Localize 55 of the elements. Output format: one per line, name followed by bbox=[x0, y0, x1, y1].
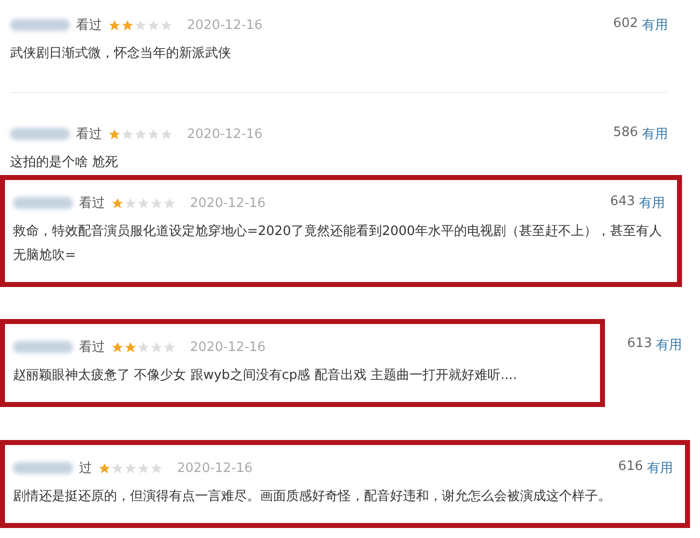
star-icon bbox=[137, 196, 150, 210]
star-icon bbox=[124, 462, 137, 474]
useful-link[interactable]: 有用 bbox=[639, 194, 665, 212]
blurred-username bbox=[13, 462, 73, 474]
review-text: 这拍的是个啥 尬死 bbox=[10, 154, 120, 172]
watched-label: 看过 bbox=[76, 17, 102, 34]
star-icon bbox=[108, 128, 121, 140]
star-icon bbox=[150, 462, 163, 474]
blurred-username bbox=[13, 197, 73, 209]
star-icon bbox=[150, 196, 163, 210]
star-icon bbox=[111, 340, 124, 354]
watched-label: 看过 bbox=[79, 195, 105, 212]
review-text: 赵丽颖眼神太疲惫了 不像少女 跟wyb之间没有cp感 配音出戏 主题曲一打开就好难听.... bbox=[13, 367, 518, 385]
star-icon bbox=[137, 462, 150, 474]
star-icon bbox=[147, 18, 160, 32]
review-date: 2020-12-16 bbox=[177, 460, 253, 476]
watched-label: 过 bbox=[79, 460, 92, 477]
review-date: 2020-12-16 bbox=[190, 196, 266, 210]
useful-link[interactable]: 有用 bbox=[642, 16, 668, 34]
useful-link[interactable]: 有用 bbox=[647, 459, 673, 477]
review-date: 2020-12-16 bbox=[187, 126, 263, 142]
star-icon bbox=[124, 196, 137, 210]
vote-count: 586 bbox=[613, 125, 638, 142]
star-icon bbox=[121, 128, 134, 140]
star-icon bbox=[124, 340, 137, 354]
review-text: 剧情还是挺还原的，但演得有点一言难尽。画面质感好奇怪，配音好违和，谢允怎么会被演成这个样子。 bbox=[13, 488, 612, 506]
star-icon bbox=[121, 18, 134, 32]
review-text: 救命，特效配音演员服化道设定尬穿地心=2020了竟然还能看到2000年水平的电视剧（甚至赶不上），甚至有人无脑尬吹= bbox=[13, 223, 664, 265]
useful-link[interactable]: 有用 bbox=[656, 336, 682, 354]
watched-label: 看过 bbox=[79, 339, 105, 356]
star-icon bbox=[147, 128, 160, 140]
star-icon bbox=[134, 128, 147, 140]
blurred-username bbox=[10, 19, 70, 31]
star-icon bbox=[137, 340, 150, 354]
star-icon bbox=[108, 18, 121, 32]
star-icon bbox=[163, 196, 176, 210]
review-text: 武侠剧日渐式微，怀念当年的新派武侠 bbox=[10, 45, 232, 63]
blurred-username bbox=[10, 128, 70, 140]
vote-count: 643 bbox=[610, 194, 635, 211]
star-icon bbox=[160, 18, 173, 32]
star-icon bbox=[163, 340, 176, 354]
star-icon bbox=[150, 340, 163, 354]
vote-count: 613 bbox=[627, 336, 652, 353]
vote-count: 602 bbox=[613, 16, 638, 33]
blurred-username bbox=[13, 341, 73, 353]
watched-label: 看过 bbox=[76, 126, 102, 143]
star-icon bbox=[160, 128, 173, 140]
star-icon bbox=[98, 462, 111, 474]
review-date: 2020-12-16 bbox=[190, 340, 266, 354]
review-date: 2020-12-16 bbox=[187, 18, 263, 32]
star-icon bbox=[111, 462, 124, 474]
vote-count: 616 bbox=[618, 459, 643, 476]
useful-link[interactable]: 有用 bbox=[642, 125, 668, 143]
star-icon bbox=[134, 18, 147, 32]
star-icon bbox=[111, 196, 124, 210]
